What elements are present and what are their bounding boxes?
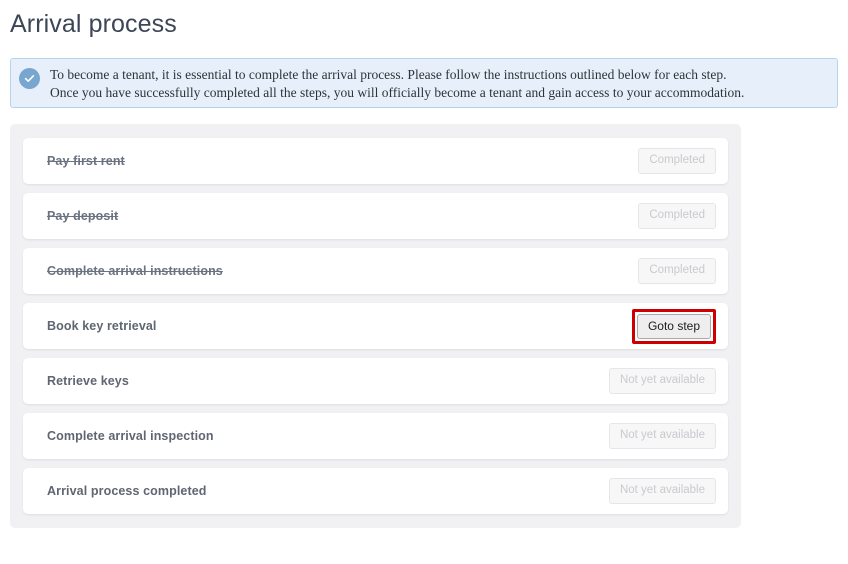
- step-status-button: Completed: [638, 202, 716, 230]
- arrival-steps-panel: Pay first rent Completed Pay deposit Com…: [10, 124, 741, 528]
- step-status-button: Not yet available: [608, 477, 716, 505]
- step-status-button: Completed: [638, 257, 716, 285]
- step-row-pay-first-rent: Pay first rent Completed: [23, 138, 728, 184]
- step-label: Pay deposit: [47, 209, 119, 223]
- highlight-box: Goto step: [631, 308, 716, 344]
- step-row-retrieve-keys: Retrieve keys Not yet available: [23, 358, 728, 404]
- info-banner-text: To become a tenant, it is essential to c…: [50, 67, 745, 100]
- step-label: Complete arrival inspection: [47, 429, 214, 443]
- step-row-arrival-process-completed: Arrival process completed Not yet availa…: [23, 468, 728, 514]
- goto-step-button[interactable]: Goto step: [636, 313, 711, 339]
- step-row-pay-deposit: Pay deposit Completed: [23, 193, 728, 239]
- info-banner: To become a tenant, it is essential to c…: [10, 58, 838, 108]
- step-label: Arrival process completed: [47, 484, 207, 498]
- step-row-complete-arrival-instructions: Complete arrival instructions Completed: [23, 248, 728, 294]
- step-label: Complete arrival instructions: [47, 264, 223, 278]
- page-title: Arrival process: [10, 10, 177, 38]
- check-circle-icon: [19, 68, 40, 89]
- step-label: Book key retrieval: [47, 319, 157, 333]
- step-label: Pay first rent: [47, 154, 125, 168]
- step-status-button: Not yet available: [608, 422, 716, 450]
- step-row-book-key-retrieval: Book key retrieval Goto step: [23, 303, 728, 349]
- step-label: Retrieve keys: [47, 374, 129, 388]
- step-status-button: Completed: [638, 147, 716, 175]
- step-row-complete-arrival-inspection: Complete arrival inspection Not yet avai…: [23, 413, 728, 459]
- step-status-button: Not yet available: [608, 367, 716, 395]
